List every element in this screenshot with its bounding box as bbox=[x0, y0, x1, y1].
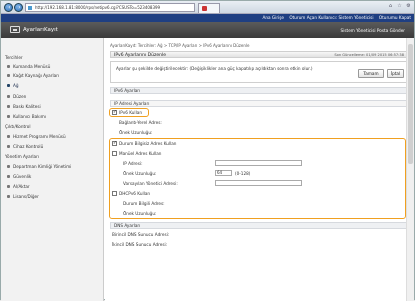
sidebar: Tercihler Kumanda Menüsü Kağıt Kaynağı A… bbox=[1, 38, 104, 301]
ok-button[interactable]: Tamam bbox=[358, 69, 384, 78]
home-link[interactable]: Ana Girişe bbox=[263, 15, 284, 20]
browser-toolbar: ‹ › http://192.168.1.81:8000/rps/netipv6… bbox=[1, 1, 414, 14]
sidebar-section-preferences: Tercihler bbox=[5, 55, 23, 60]
app-title: AyarlarıKayıt bbox=[23, 27, 58, 33]
sidebar-item-print-quality[interactable]: Baskı Kalitesi bbox=[7, 104, 41, 109]
sidebar-item-device-control[interactable]: Cihaz Kontrolü bbox=[6, 144, 43, 149]
sidebar-item-control-menu[interactable]: Kumanda Menüsü bbox=[6, 64, 50, 69]
sidebar-item-department-id[interactable]: Departman Kimliği Yönetimi bbox=[6, 164, 71, 169]
sidebar-item-network[interactable]: Ağ bbox=[7, 83, 19, 88]
sidebar-section-management: Yönetim Ayarları bbox=[5, 154, 39, 159]
sidebar-item-license-other[interactable]: Lisans/Diğer bbox=[7, 194, 39, 199]
sidebar-item-paper-source[interactable]: Kağıt Kaynağı Ayarları bbox=[6, 73, 59, 78]
sidebar-item-security[interactable]: Güvenlik bbox=[6, 174, 31, 179]
settings-gear-icon[interactable]: ⚙ bbox=[405, 3, 412, 10]
address-bar[interactable]: http://192.168.1.81:8000/rps/netipv6.cgi… bbox=[25, 3, 195, 12]
sidebar-item-layout[interactable]: Düzen bbox=[6, 94, 26, 99]
secondary-dns-label: İkincil DNS Sunucu Adresi: bbox=[112, 242, 168, 247]
section-ip-address-settings: IP Adresi Ayarları bbox=[110, 100, 408, 107]
url-text: http://192.168.1.81:8000/rps/netipv6.cgi… bbox=[35, 5, 161, 10]
primary-dns-label: Birincil DNS Sunucu Adresi: bbox=[112, 232, 170, 237]
tab-favicon-icon bbox=[202, 6, 207, 11]
vertical-scrollbar[interactable] bbox=[406, 38, 414, 301]
section-dns-settings: DNS Ayarları bbox=[110, 222, 408, 229]
highlight-address-options bbox=[109, 138, 406, 219]
browser-tab[interactable] bbox=[198, 3, 220, 13]
favorites-star-icon[interactable]: ☆ bbox=[396, 3, 403, 10]
top-menu: Ana Girişe Oturum Açan Kullanıcı: Sistem… bbox=[1, 14, 414, 22]
logged-in-user: Oturum Açan Kullanıcı: Sistem Yöneticisi bbox=[289, 15, 374, 20]
site-icon bbox=[28, 6, 32, 10]
back-arrow-icon[interactable]: ‹ bbox=[4, 3, 13, 12]
mail-admin-link[interactable]: Sistem Yöneticisi Posta Gönder bbox=[341, 28, 405, 33]
printer-logo-icon bbox=[10, 26, 20, 33]
browser-window: ‹ › http://192.168.1.81:8000/rps/netipv6… bbox=[0, 0, 415, 301]
prefix-length-label-1: Önek Uzunluğu: bbox=[119, 130, 153, 135]
cancel-button[interactable]: İptal bbox=[387, 69, 404, 78]
sidebar-item-user-maintenance[interactable]: Kullanıcı Bakımı bbox=[7, 114, 46, 119]
sidebar-item-import-export[interactable]: Al/Aktar bbox=[7, 184, 30, 189]
sidebar-item-utility-menu[interactable]: Hizmet Programı Menüsü bbox=[7, 134, 66, 139]
sidebar-section-output: Çıktı/Kontrol bbox=[5, 124, 31, 129]
app-header: AyarlarıKayıt Sistem Yöneticisi Posta Gö… bbox=[1, 22, 414, 38]
page-title-bar: IPv6 Ayarlarını Düzenle Son Güncelleme: … bbox=[110, 51, 408, 58]
section-ipv6-settings: IPv6 Ayarları bbox=[110, 87, 408, 94]
breadcrumb: AyarlarıKayıt: Tercihler: Ağ > TCP/IP Ay… bbox=[110, 43, 250, 48]
home-icon[interactable]: ⌂ bbox=[387, 3, 394, 10]
link-local-label: Bağlantı-Yerel Adres: bbox=[119, 120, 162, 125]
last-updated: Son Güncelleme: 01/09 2015 06:57:38 bbox=[334, 53, 404, 57]
info-message: Ayarlar şu şekilde değiştirilecektir: (D… bbox=[116, 66, 313, 71]
page-title: IPv6 Ayarlarını Düzenle bbox=[114, 52, 167, 58]
main-content: AyarlarıKayıt: Tercihler: Ağ > TCP/IP Ay… bbox=[105, 38, 414, 301]
scrollbar-thumb[interactable] bbox=[408, 44, 413, 164]
highlight-use-ipv6 bbox=[109, 108, 149, 117]
message-box: Ayarlar şu şekilde değiştirilecektir: (D… bbox=[110, 61, 408, 83]
logout-link[interactable]: Oturumu Kapat bbox=[379, 15, 411, 20]
forward-arrow-icon[interactable]: › bbox=[14, 3, 23, 12]
